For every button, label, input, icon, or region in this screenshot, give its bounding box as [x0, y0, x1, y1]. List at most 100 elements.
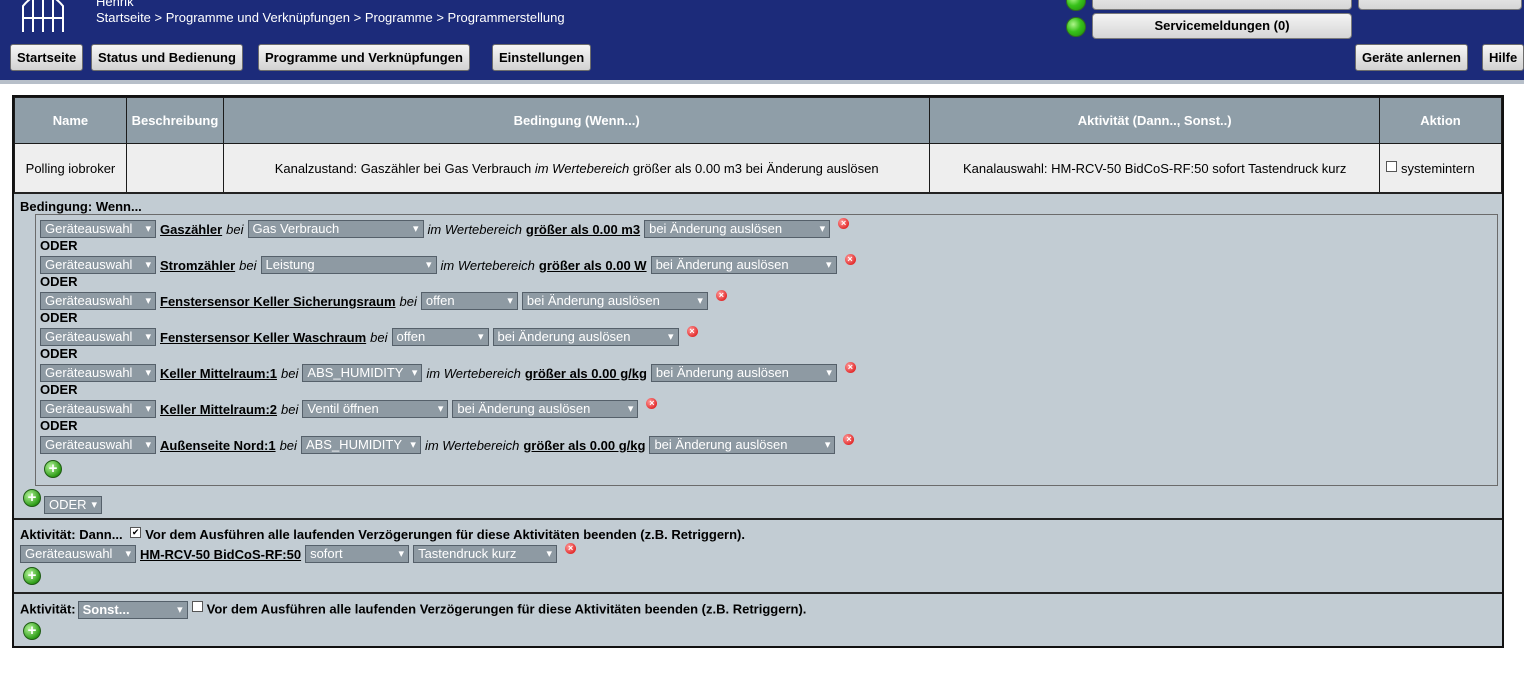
nav-status-bedienung[interactable]: Status und Bedienung — [91, 44, 243, 71]
section-divider — [14, 192, 1502, 194]
activity-device-link[interactable]: HM-RCV-50 BidCoS-RF:50 — [140, 547, 301, 562]
activity-else-checkbox-label: Vor dem Ausführen alle laufenden Verzöge… — [206, 601, 807, 617]
trigger-select[interactable]: bei Änderung auslösen — [521, 292, 708, 310]
device-select[interactable]: Geräteauswahl — [40, 256, 156, 274]
activity-then-checkbox-label: Vor dem Ausführen alle laufenden Verzöge… — [145, 527, 745, 542]
range-label: im Wertebereich — [427, 221, 522, 237]
header-divider — [0, 80, 1524, 84]
device-link[interactable]: Stromzähler — [160, 258, 235, 273]
activity-device-select[interactable]: Geräteauswahl — [20, 545, 136, 563]
program-description-cell[interactable] — [125, 143, 224, 194]
device-link[interactable]: Keller Mittelraum:1 — [160, 366, 277, 381]
add-else-activity-icon[interactable]: + — [23, 622, 41, 640]
section-divider — [14, 592, 1502, 594]
compare-link[interactable]: größer als 0.00 m3 — [526, 222, 640, 237]
condition-summary-italic: im Wertebereich — [534, 161, 630, 176]
systemintern-label: systemintern — [1401, 161, 1475, 176]
logo-icon — [22, 0, 64, 32]
param-select[interactable]: ABS_HUMIDITY — [302, 364, 423, 382]
device-select[interactable]: Geräteauswahl — [40, 220, 156, 238]
activity-then-checkbox[interactable]: ✔ — [130, 527, 142, 538]
breadcrumb: Startseite > Programme und Verknüpfungen… — [96, 10, 565, 25]
table-header-row: Name Beschreibung Bedingung (Wenn...) Ak… — [14, 97, 1502, 144]
trigger-select[interactable]: bei Änderung auslösen — [452, 400, 639, 418]
device-link[interactable]: Fenstersensor Keller Sicherungsraum — [160, 294, 396, 309]
condition-row-4: Geräteauswahl Fenstersensor Keller Wasch… — [40, 325, 698, 346]
trigger-select[interactable]: bei Änderung auslösen — [492, 328, 679, 346]
param-select[interactable]: Leistung — [260, 256, 437, 274]
activity-timing-select[interactable]: sofort — [305, 545, 410, 563]
condition-row-6: Geräteauswahl Keller Mittelraum:2 bei Ve… — [40, 397, 658, 418]
col-header-aktion: Aktion — [1379, 97, 1502, 144]
add-condition-group-icon[interactable]: + — [23, 489, 41, 507]
nav-einstellungen[interactable]: Einstellungen — [492, 44, 592, 71]
trigger-select[interactable]: bei Änderung auslösen — [650, 364, 837, 382]
condition-row-3: Geräteauswahl Fenstersensor Keller Siche… — [40, 289, 727, 310]
condition-group-box: Geräteauswahl Gaszähler bei Gas Verbrauc… — [35, 214, 1498, 486]
top-right-button[interactable] — [1358, 0, 1522, 10]
param-select[interactable]: offen — [420, 292, 518, 310]
compare-link[interactable]: größer als 0.00 W — [539, 258, 647, 273]
service-messages-button[interactable]: Servicemeldungen (0) — [1092, 13, 1352, 39]
systemintern-checkbox[interactable] — [1386, 161, 1397, 172]
activity-else-checkbox[interactable] — [191, 601, 203, 612]
program-editor-panel: Name Beschreibung Bedingung (Wenn...) Ak… — [12, 95, 1504, 648]
condition-row-2: Geräteauswahl Stromzähler bei Leistung i… — [40, 253, 856, 274]
oder-label: ODER — [40, 310, 78, 325]
condition-title: Bedingung: Wenn... — [20, 199, 142, 214]
activity-else-select[interactable]: Sonst... — [77, 601, 188, 619]
trigger-select[interactable]: bei Änderung auslösen — [650, 256, 837, 274]
bei-label: bei — [279, 437, 297, 453]
delete-icon[interactable]: × — [844, 253, 856, 265]
range-label: im Wertebereich — [424, 437, 520, 453]
range-label: im Wertebereich — [440, 257, 535, 273]
table-row: Polling iobroker Kanalzustand: Gaszähler… — [14, 143, 1502, 194]
device-select[interactable]: Geräteauswahl — [40, 400, 156, 418]
compare-link[interactable]: größer als 0.00 g/kg — [523, 438, 645, 453]
section-divider — [14, 518, 1502, 520]
delete-icon[interactable]: × — [843, 433, 855, 445]
delete-icon[interactable]: × — [838, 217, 850, 229]
device-select[interactable]: Geräteauswahl — [40, 436, 156, 454]
nav-hilfe[interactable]: Hilfe — [1482, 44, 1524, 71]
delete-icon[interactable]: × — [844, 361, 856, 373]
trigger-select[interactable]: bei Änderung auslösen — [649, 436, 836, 454]
device-link[interactable]: Keller Mittelraum:2 — [160, 402, 277, 417]
compare-link[interactable]: größer als 0.00 g/kg — [525, 366, 647, 381]
nav-programme-verknuepfungen[interactable]: Programme und Verknüpfungen — [258, 44, 470, 71]
add-condition-icon[interactable]: + — [44, 460, 62, 478]
delete-icon[interactable]: × — [686, 325, 698, 337]
device-link[interactable]: Außenseite Nord:1 — [160, 438, 276, 453]
param-select[interactable]: ABS_HUMIDITY — [300, 436, 421, 454]
program-name-cell[interactable]: Polling iobroker — [14, 143, 127, 194]
device-select[interactable]: Geräteauswahl — [40, 292, 156, 310]
program-table: Name Beschreibung Bedingung (Wenn...) Ak… — [14, 97, 1502, 194]
program-action-cell: systemintern — [1379, 143, 1502, 194]
nav-geraete-anlernen[interactable]: Geräte anlernen — [1355, 44, 1468, 71]
device-select[interactable]: Geräteauswahl — [40, 364, 156, 382]
activity-else-title: Aktivität: — [20, 601, 76, 617]
param-select[interactable]: offen — [391, 328, 489, 346]
condition-row-1: Geräteauswahl Gaszähler bei Gas Verbrauc… — [40, 217, 850, 238]
device-select[interactable]: Geräteauswahl — [40, 328, 156, 346]
condition-row-7: Geräteauswahl Außenseite Nord:1 bei ABS_… — [40, 433, 855, 454]
bei-label: bei — [239, 257, 257, 273]
delete-icon[interactable]: × — [715, 289, 727, 301]
service-led-icon — [1066, 17, 1086, 37]
group-operator-select[interactable]: ODER — [44, 496, 102, 514]
header-bar: Henrik Startseite > Programme und Verknü… — [0, 0, 1524, 80]
condition-row-5: Geräteauswahl Keller Mittelraum:1 bei AB… — [40, 361, 856, 382]
program-activity-cell: Kanalauswahl: HM-RCV-50 BidCoS-RF:50 sof… — [929, 143, 1380, 194]
param-select[interactable]: Gas Verbrauch — [247, 220, 424, 238]
activity-else-row: Aktivität:Sonst... Vor dem Ausführen alle… — [20, 601, 806, 619]
activity-action-select[interactable]: Tastendruck kurz — [413, 545, 558, 563]
delete-icon[interactable]: × — [565, 542, 577, 554]
param-select[interactable]: Ventil öffnen — [302, 400, 449, 418]
trigger-select[interactable]: bei Änderung auslösen — [644, 220, 831, 238]
nav-startseite[interactable]: Startseite — [10, 44, 84, 71]
device-link[interactable]: Fenstersensor Keller Waschraum — [160, 330, 366, 345]
alarm-button[interactable] — [1092, 0, 1352, 10]
device-link[interactable]: Gaszähler — [160, 222, 222, 237]
delete-icon[interactable]: × — [646, 397, 658, 409]
add-activity-icon[interactable]: + — [23, 567, 41, 585]
